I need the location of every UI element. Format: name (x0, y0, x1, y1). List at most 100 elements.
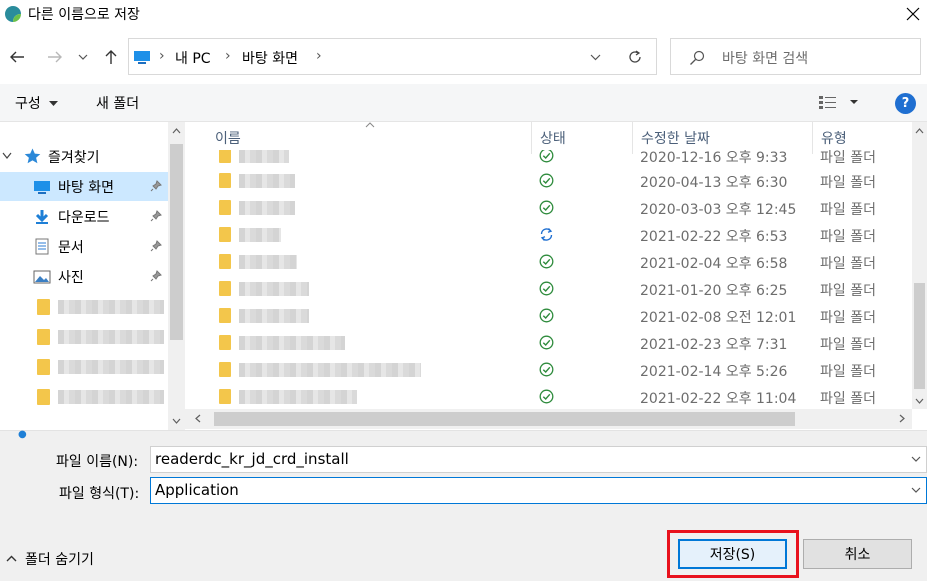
refresh-button[interactable] (614, 38, 657, 75)
close-button[interactable] (898, 0, 927, 28)
sidebar-item-label: 문서 (58, 240, 84, 256)
scroll-left-icon[interactable] (195, 414, 201, 423)
navigation-pane: 즐겨찾기 바탕 화면 다운로드 문서 사진 (0, 122, 185, 430)
redacted-file-name (239, 174, 295, 188)
chevron-down-icon[interactable] (2, 152, 12, 160)
search-input[interactable]: 바탕 화면 검색 (670, 38, 921, 75)
chevron-down-icon (78, 54, 88, 60)
new-folder-button[interactable]: 새 폴더 (96, 93, 139, 113)
synced-check-icon (539, 335, 554, 350)
desktop-icon (34, 181, 50, 194)
redacted-file-name (239, 390, 357, 404)
address-dropdown-icon[interactable] (590, 53, 601, 61)
scroll-up-icon[interactable] (172, 128, 181, 134)
scroll-down-icon[interactable] (172, 418, 181, 424)
redacted-folder-name (58, 390, 164, 404)
save-button[interactable]: 저장(S) (678, 539, 787, 569)
recent-locations-button[interactable] (74, 44, 92, 70)
synced-check-icon (539, 362, 554, 377)
view-options-button[interactable] (818, 95, 862, 113)
file-date: 2021-02-23 오후 7:31 (640, 337, 788, 353)
scroll-right-icon[interactable] (899, 414, 905, 423)
file-row[interactable]: 2021-02-14 오후 5:26 파일 폴더 (201, 357, 912, 384)
column-type[interactable]: 유형 (821, 128, 847, 148)
filetype-value: Application (155, 481, 239, 499)
quick-access-label: 즐겨찾기 (48, 150, 100, 166)
column-name[interactable]: 이름 (215, 128, 241, 148)
redacted-file-name (239, 309, 309, 323)
file-row[interactable]: 2020-03-03 오후 12:45 파일 폴더 (201, 195, 912, 222)
sidebar-item-pictures[interactable]: 사진 (0, 262, 168, 291)
help-button[interactable]: ? (895, 93, 916, 114)
filetype-label: 파일 형식(T): (59, 486, 140, 502)
file-row[interactable]: 2021-01-20 오후 6:25 파일 폴더 (201, 276, 912, 303)
organize-button[interactable]: 구성 (15, 93, 59, 113)
sidebar-item-folder[interactable] (0, 352, 168, 381)
file-date: 2021-02-14 오후 5:26 (640, 364, 788, 380)
back-button[interactable] (6, 44, 28, 70)
sidebar-item-label: 다운로드 (58, 210, 110, 226)
file-row[interactable]: 2020-12-16 오후 9:33 파일 폴더 (201, 150, 912, 170)
synced-check-icon (539, 200, 554, 215)
file-type: 파일 폴더 (820, 150, 876, 166)
up-button[interactable] (100, 44, 122, 70)
file-row[interactable]: 2021-02-04 오후 6:58 파일 폴더 (201, 249, 912, 276)
breadcrumb-desktop[interactable]: 바탕 화면 (242, 48, 298, 68)
scroll-down-icon[interactable] (915, 398, 924, 404)
scroll-up-icon[interactable] (915, 128, 924, 134)
sidebar-item-folder[interactable] (0, 382, 168, 411)
folder-icon (219, 173, 231, 188)
nav-scroll-thumb[interactable] (170, 144, 183, 340)
breadcrumb-separator-icon: › (225, 48, 231, 64)
folder-icon (219, 200, 231, 215)
file-row[interactable]: 2021-02-22 오후 6:53 파일 폴더 (201, 222, 912, 249)
sidebar-item-desktop[interactable]: 바탕 화면 (0, 172, 168, 201)
file-row[interactable]: 2021-02-08 오전 12:01 파일 폴더 (201, 303, 912, 330)
sort-ascending-icon (365, 122, 375, 128)
star-icon (24, 148, 41, 164)
file-type: 파일 폴더 (820, 175, 876, 191)
chevron-down-icon[interactable] (911, 454, 921, 464)
download-icon (35, 210, 49, 224)
sidebar-item-folder[interactable] (0, 292, 168, 321)
cancel-button[interactable]: 취소 (803, 539, 912, 569)
nav-quick-access[interactable]: 즐겨찾기 (0, 142, 168, 171)
sidebar-item-downloads[interactable]: 다운로드 (0, 202, 168, 231)
sidebar-item-documents[interactable]: 문서 (0, 232, 168, 261)
hide-folders-button[interactable]: 폴더 숨기기 (6, 549, 94, 569)
window-title: 다른 이름으로 저장 (28, 7, 140, 23)
file-type: 파일 폴더 (820, 391, 876, 407)
column-status[interactable]: 상태 (540, 128, 566, 148)
list-vertical-scroll-thumb[interactable] (914, 283, 925, 389)
toolbar: 구성 새 폴더 ? (0, 84, 927, 122)
breadcrumb-pc[interactable]: 내 PC (175, 48, 211, 68)
title-bar: 다른 이름으로 저장 (0, 0, 927, 28)
refresh-icon (629, 49, 641, 63)
chevron-down-icon[interactable] (911, 485, 921, 495)
file-date: 2021-02-22 오후 6:53 (640, 229, 788, 245)
sidebar-item-folder[interactable] (0, 322, 168, 351)
list-horizontal-scroll-thumb[interactable] (214, 412, 795, 426)
file-row[interactable]: 2020-04-13 오후 6:30 파일 폴더 (201, 168, 912, 195)
redacted-file-name (239, 336, 345, 350)
file-list: 2020-12-16 오후 9:33 파일 폴더 2020-04-13 오후 6:3… (201, 150, 912, 409)
file-type: 파일 폴더 (820, 229, 876, 245)
picture-icon (33, 270, 51, 284)
search-placeholder: 바탕 화면 검색 (722, 51, 809, 67)
filetype-select[interactable]: Application (150, 477, 927, 504)
redacted-file-name (239, 228, 281, 242)
pin-icon (150, 210, 162, 222)
pin-icon (150, 180, 162, 192)
file-date: 2021-02-22 오후 11:04 (640, 391, 797, 407)
folder-icon (219, 254, 231, 269)
column-date-modified[interactable]: 수정한 날짜 (641, 128, 710, 148)
file-row[interactable]: 2021-02-22 오후 11:04 파일 폴더 (201, 384, 912, 409)
filename-input[interactable]: readerdc_kr_jd_crd_install (150, 446, 927, 473)
file-row[interactable]: 2021-02-23 오후 7:31 파일 폴더 (201, 330, 912, 357)
address-bar[interactable]: › 내 PC › 바탕 화면 › (128, 38, 615, 75)
file-date: 2021-02-04 오후 6:58 (640, 256, 788, 272)
search-icon (690, 50, 705, 65)
close-icon (906, 7, 919, 21)
forward-button[interactable] (44, 44, 66, 70)
sidebar-item-label: 바탕 화면 (58, 180, 114, 196)
